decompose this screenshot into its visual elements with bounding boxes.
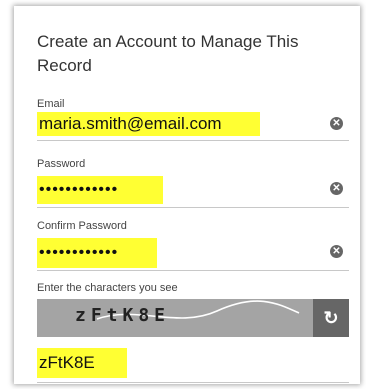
email-clear-icon[interactable]: ✕ bbox=[330, 117, 343, 130]
email-input[interactable]: maria.smith@email.com bbox=[37, 112, 260, 136]
captcha-label: Enter the characters you see bbox=[37, 282, 178, 294]
captcha-input[interactable]: zFtK8E bbox=[37, 348, 127, 378]
confirm-password-clear-icon[interactable]: ✕ bbox=[330, 245, 343, 258]
captcha-input-group: zFtK8E bbox=[37, 348, 349, 386]
confirm-password-label: Confirm Password bbox=[37, 220, 127, 232]
email-underline bbox=[37, 140, 349, 141]
password-label: Password bbox=[37, 158, 86, 170]
confirm-password-input[interactable]: •••••••••••• bbox=[37, 238, 157, 268]
password-field-group: Password •••••••••••• ✕ bbox=[37, 158, 349, 208]
refresh-icon[interactable]: ↻ bbox=[313, 299, 349, 337]
account-card: Create an Account to Manage This Record … bbox=[14, 6, 360, 384]
captcha-image: zFtK8E bbox=[37, 299, 313, 337]
password-underline bbox=[37, 207, 349, 208]
captcha-label-group: Enter the characters you see bbox=[37, 282, 349, 296]
confirm-password-field-group: Confirm Password •••••••••••• ✕ bbox=[37, 220, 349, 272]
captcha-box: zFtK8E ↻ bbox=[37, 299, 349, 337]
password-input[interactable]: •••••••••••• bbox=[37, 176, 163, 204]
captcha-text: zFtK8E bbox=[75, 305, 171, 326]
confirm-password-underline bbox=[37, 270, 349, 271]
email-field-group: Email maria.smith@email.com ✕ bbox=[37, 98, 349, 142]
form-title: Create an Account to Manage This Record bbox=[37, 32, 299, 75]
email-label: Email bbox=[37, 98, 65, 110]
captcha-underline bbox=[37, 382, 349, 383]
password-clear-icon[interactable]: ✕ bbox=[330, 182, 343, 195]
